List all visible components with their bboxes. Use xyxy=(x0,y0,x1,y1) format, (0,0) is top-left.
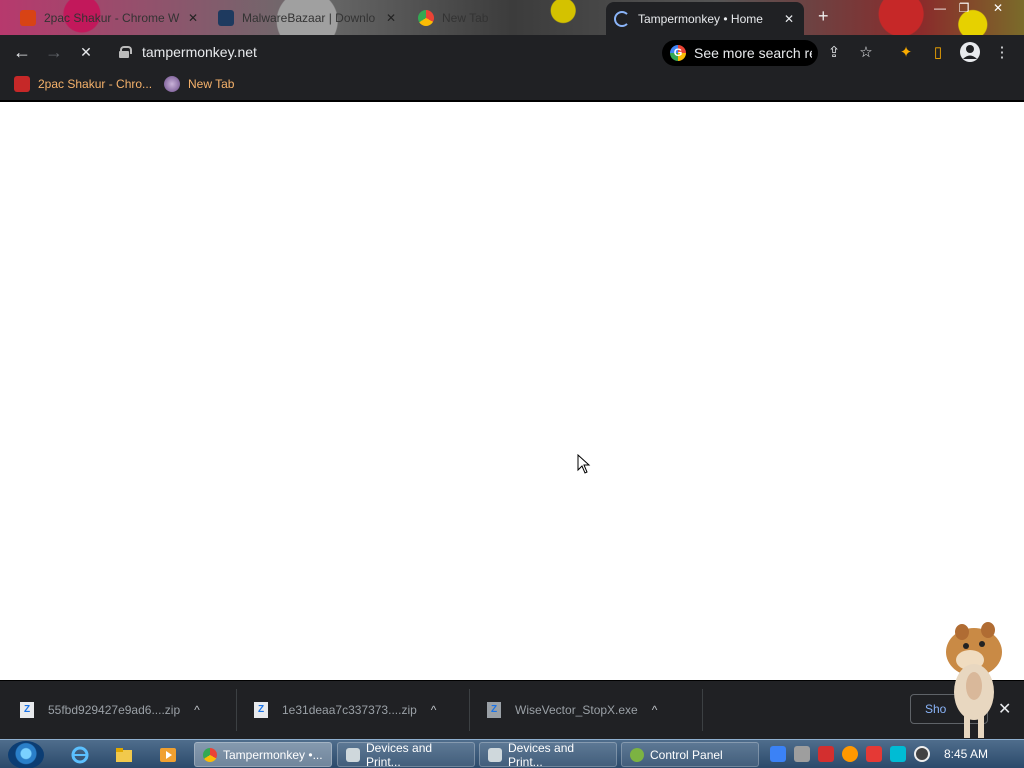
stop-loading-button[interactable]: ✕ xyxy=(74,40,98,64)
tab-malwarebazaar[interactable]: MalwareBazaar | Downlo ✕ xyxy=(210,4,406,31)
download-filename: 1e31deaa7c337373....zip xyxy=(282,703,417,717)
tab-tampermonkey[interactable]: Tampermonkey • Home ✕ xyxy=(606,2,804,35)
back-button[interactable]: ← xyxy=(10,40,34,64)
menu-icon[interactable]: ⋮ xyxy=(990,41,1014,65)
taskbar-label: Control Panel xyxy=(650,747,723,762)
share-icon[interactable]: ⇪ xyxy=(822,41,846,65)
bookmark-new-tab[interactable]: New Tab xyxy=(164,76,234,92)
bookmark-2pac[interactable]: 2pac Shakur - Chro... xyxy=(14,76,152,92)
page-content[interactable] xyxy=(0,102,1024,680)
url-text[interactable]: tampermonkey.net xyxy=(142,44,257,60)
zip-file-icon xyxy=(254,702,268,718)
display-tray-icon[interactable] xyxy=(890,746,906,762)
chrome-icon xyxy=(203,747,217,762)
control-panel-icon xyxy=(630,747,644,762)
loading-spinner-icon xyxy=(614,10,630,27)
media-player-icon[interactable] xyxy=(152,743,184,767)
bluetooth-tray-icon[interactable] xyxy=(770,746,786,762)
tab-close-icon[interactable]: ✕ xyxy=(186,11,200,25)
search-tray-icon[interactable] xyxy=(842,746,858,762)
start-button[interactable] xyxy=(8,741,44,768)
tab-title: Tampermonkey • Home xyxy=(638,11,763,26)
flag-tray-icon[interactable] xyxy=(866,746,882,762)
gift-icon xyxy=(14,76,30,92)
bookmarks-bar: 2pac Shakur - Chro... New Tab xyxy=(0,69,1024,101)
tab-title: New Tab xyxy=(442,10,489,25)
malwarebazaar-icon xyxy=(218,9,234,26)
tab-title: MalwareBazaar | Downlo xyxy=(242,10,376,25)
mouse-cursor-icon xyxy=(577,454,591,474)
taskbar-label: Devices and Print... xyxy=(508,740,575,768)
google-icon xyxy=(670,45,686,61)
tab-2pac[interactable]: 2pac Shakur - Chrome W ✕ xyxy=(12,4,208,31)
taskbar-item-devices-printers[interactable]: Devices and Print... xyxy=(479,740,617,768)
taskbar-item-control-panel[interactable]: Control Panel xyxy=(621,742,759,767)
bookmark-label: New Tab xyxy=(188,77,235,91)
file-explorer-icon[interactable] xyxy=(108,743,140,767)
bookmark-label: 2pac Shakur - Chro... xyxy=(38,77,153,91)
taskbar-clock[interactable]: 8:45 AM xyxy=(944,747,988,761)
download-filename: WiseVector_StopX.exe xyxy=(515,703,638,717)
forward-button[interactable]: → xyxy=(42,40,66,64)
search-suggestion-pill[interactable]: See more search re xyxy=(662,40,818,66)
chevron-up-icon[interactable]: ^ xyxy=(652,703,658,717)
download-item[interactable]: 1e31deaa7c337373....zip ^ xyxy=(254,698,436,722)
printer-icon xyxy=(488,747,502,762)
restore-button[interactable]: ❐ xyxy=(950,0,978,18)
zip-file-icon xyxy=(20,702,34,718)
volume-tray-icon[interactable] xyxy=(914,746,930,762)
tab-new-tab[interactable]: New Tab xyxy=(410,4,600,31)
chevron-up-icon[interactable]: ^ xyxy=(194,703,200,717)
taskbar-item-chrome[interactable]: Tampermonkey •... xyxy=(194,742,332,767)
tab-strip: 2pac Shakur - Chrome W ✕ MalwareBazaar |… xyxy=(0,0,1024,35)
taskbar-item-devices-printers[interactable]: Devices and Print... xyxy=(337,740,475,768)
tab-close-icon[interactable]: ✕ xyxy=(384,11,398,25)
side-panel-icon[interactable]: ▯ xyxy=(926,41,950,65)
windows-taskbar: Tampermonkey •... Devices and Print... D… xyxy=(0,739,1024,768)
antivirus-tray-icon[interactable] xyxy=(818,746,834,762)
taskbar-label: Tampermonkey •... xyxy=(223,747,323,762)
divider xyxy=(236,689,237,731)
download-item[interactable]: WiseVector_StopX.exe ^ xyxy=(487,698,657,722)
globe-icon xyxy=(164,76,180,92)
download-shelf: 55fbd929427e9ad6....zip ^ 1e31deaa7c3373… xyxy=(0,681,1024,739)
tab-title: 2pac Shakur - Chrome W xyxy=(44,10,180,25)
download-item[interactable]: 55fbd929427e9ad6....zip ^ xyxy=(20,698,200,722)
network-tray-icon[interactable] xyxy=(794,746,810,762)
lock-icon xyxy=(118,46,132,58)
search-suggestion-text: See more search re xyxy=(694,45,812,61)
download-filename: 55fbd929427e9ad6....zip xyxy=(48,703,181,717)
taskbar-label: Devices and Print... xyxy=(366,740,433,768)
exe-file-icon xyxy=(487,702,501,718)
divider xyxy=(469,689,470,731)
hamster-mascot-icon xyxy=(946,622,1002,738)
screen: 2pac Shakur - Chrome W ✕ MalwareBazaar |… xyxy=(0,0,1024,768)
bookmark-star-icon[interactable]: ☆ xyxy=(854,41,878,65)
new-tab-button[interactable]: + xyxy=(818,6,829,27)
tab-close-icon[interactable]: ✕ xyxy=(782,12,796,26)
internet-explorer-icon[interactable] xyxy=(64,743,96,767)
extensions-icon[interactable]: ✦ xyxy=(894,41,918,65)
profile-avatar-icon[interactable] xyxy=(958,41,982,65)
close-window-button[interactable]: ✕ xyxy=(984,0,1012,18)
gift-icon xyxy=(20,9,36,26)
chrome-icon xyxy=(418,9,434,26)
chevron-up-icon[interactable]: ^ xyxy=(431,703,437,717)
printer-icon xyxy=(346,747,360,762)
divider xyxy=(702,689,703,731)
